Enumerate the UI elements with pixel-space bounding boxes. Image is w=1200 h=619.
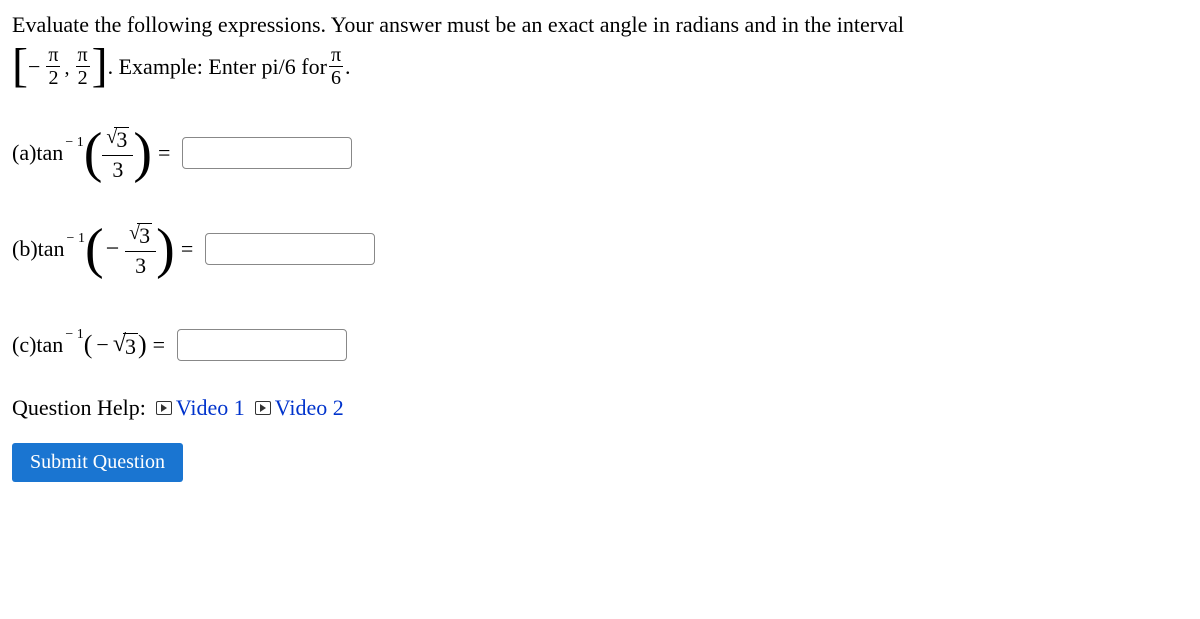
video-1-label: Video 1	[176, 395, 245, 421]
problem-b: (b) tan − 1 ( − 3 3 ) =	[12, 219, 1188, 279]
open-paren: (	[85, 225, 104, 273]
open-paren: (	[84, 333, 93, 357]
superscript: − 1	[65, 327, 83, 343]
play-icon	[255, 401, 271, 415]
answer-input-b[interactable]	[205, 233, 375, 265]
close-paren: )	[133, 129, 152, 177]
help-label: Question Help:	[12, 395, 146, 421]
question-help-row: Question Help: Video 1 Video 2	[12, 395, 1188, 421]
equals-sign: =	[158, 140, 170, 166]
fn-tan: tan	[36, 332, 63, 358]
label-c: (c)	[12, 332, 36, 358]
video-2-link[interactable]: Video 2	[255, 395, 344, 421]
arg-frac: 3 3	[125, 220, 156, 277]
minus-sign: −	[96, 332, 108, 358]
sqrt-expr: 3	[113, 331, 138, 360]
fn-tan: tan	[38, 236, 65, 262]
answer-input-a[interactable]	[182, 137, 352, 169]
minus-sign: −	[106, 236, 120, 263]
close-paren: )	[156, 225, 175, 273]
intro-text-3: .	[345, 50, 351, 83]
intro-text-2: . Example: Enter pi/6 for	[108, 50, 327, 83]
interval-expr: [ − π 2 , π 2 ]	[12, 41, 108, 91]
instructions: Evaluate the following expressions. Your…	[12, 8, 1188, 91]
video-2-label: Video 2	[275, 395, 344, 421]
label-b: (b)	[12, 236, 38, 262]
equals-sign: =	[153, 332, 165, 358]
video-1-link[interactable]: Video 1	[156, 395, 245, 421]
problem-c: (c) tan − 1 ( − 3 ) =	[12, 315, 1188, 375]
play-icon	[156, 401, 172, 415]
superscript: − 1	[67, 231, 85, 247]
example-frac: π 6	[329, 45, 343, 88]
close-paren: )	[138, 333, 147, 357]
answer-input-c[interactable]	[177, 329, 347, 361]
submit-button[interactable]: Submit Question	[12, 443, 183, 482]
label-a: (a)	[12, 140, 36, 166]
arg-frac: 3 3	[102, 124, 133, 181]
fn-tan: tan	[36, 140, 63, 166]
equals-sign: =	[181, 236, 193, 262]
superscript: − 1	[65, 135, 83, 151]
open-paren: (	[84, 129, 103, 177]
intro-text-1: Evaluate the following expressions. Your…	[12, 8, 1188, 41]
problem-a: (a) tan − 1 ( 3 3 ) =	[12, 123, 1188, 183]
